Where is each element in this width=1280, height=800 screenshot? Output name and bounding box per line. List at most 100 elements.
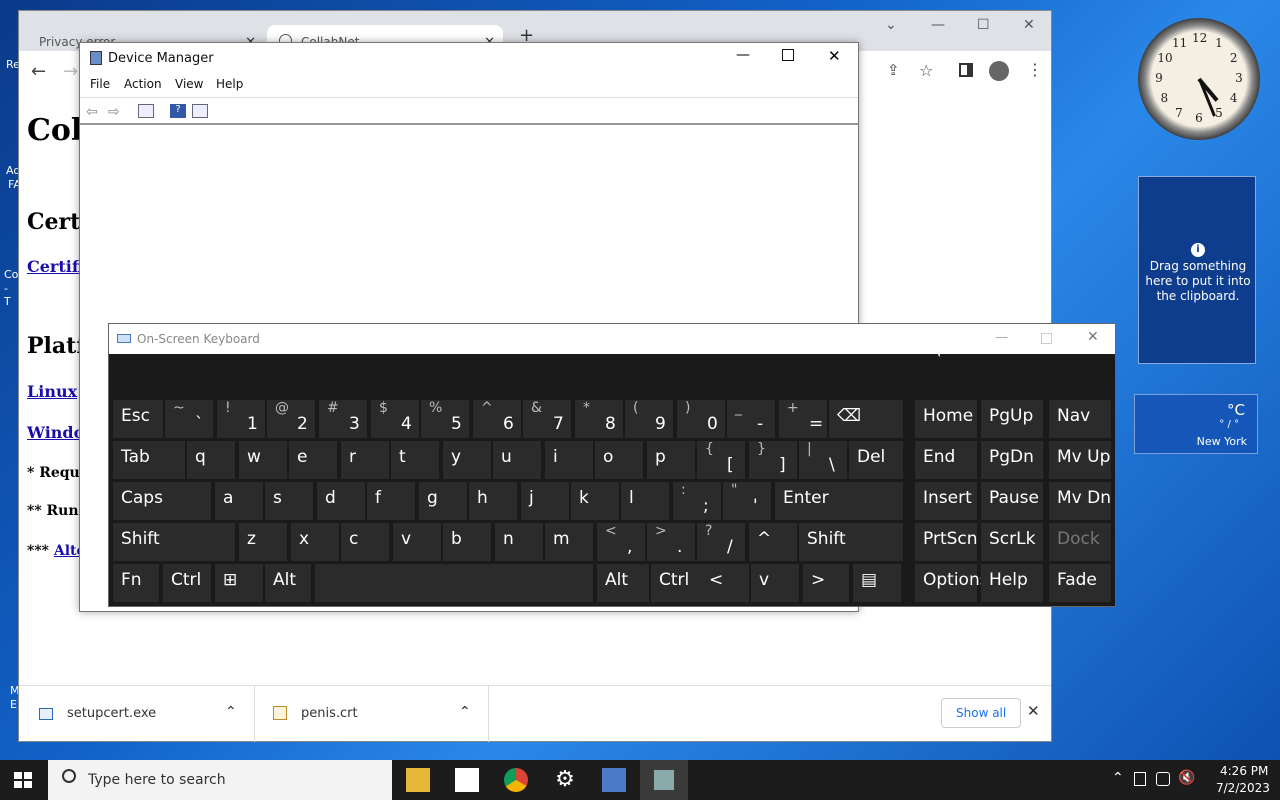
key[interactable]: s [265,482,313,520]
key[interactable]: v [751,564,799,602]
start-button[interactable] [14,772,32,788]
key[interactable]: {[ [697,441,745,479]
key[interactable]: > [803,564,849,602]
bookmark-star-icon[interactable]: ☆ [919,61,933,80]
key[interactable]: c [341,523,389,561]
active-app-highlight[interactable] [640,760,688,800]
key[interactable]: ScrLk [981,523,1043,561]
minimize-button[interactable]: — [995,330,1008,345]
key[interactable]: * 8 [575,400,623,438]
share-icon[interactable]: ⇪ [887,61,900,79]
settings-gear-icon[interactable]: ⚙ [553,768,577,792]
key[interactable]: PgDn [981,441,1043,479]
close-shelf-icon[interactable]: ✕ [1027,702,1040,720]
key[interactable]: Del [849,441,903,479]
key[interactable]: >. [647,523,695,561]
key[interactable]: (9 [625,400,673,438]
key[interactable]: ⌫ [829,400,903,438]
key[interactable]: p [647,441,695,479]
volume-muted-icon[interactable]: 🔇 [1178,770,1195,786]
key[interactable]: h [469,482,517,520]
key[interactable]: o [595,441,643,479]
key[interactable]: q [187,441,235,479]
show-all-button[interactable]: Show all [941,698,1022,728]
key[interactable]: Enter [775,482,903,520]
download-item[interactable]: penis.crt ⌃ [255,686,489,742]
tab-search-icon[interactable]: ⌄ [885,17,897,33]
minimize-button[interactable]: — [736,47,750,63]
key[interactable]: z [239,523,287,561]
key[interactable]: y [443,441,491,479]
chrome-icon[interactable] [504,768,528,792]
back-arrow-icon[interactable]: ⇦ [86,104,102,120]
key[interactable]: }] [749,441,797,479]
key[interactable]: Nav [1049,400,1111,438]
file-explorer-icon[interactable] [406,768,430,792]
key[interactable]: ^ 6 [473,400,521,438]
key[interactable]: Shift [799,523,903,561]
key[interactable]: i [545,441,593,479]
key[interactable]: a [215,482,263,520]
maximize-button[interactable]: ☐ [977,17,990,33]
key[interactable]: Mv Dn [1049,482,1111,520]
key[interactable]: Options [915,564,989,602]
link-windows[interactable]: Windo [27,423,84,442]
key[interactable]: + = [779,400,827,438]
side-panel-icon[interactable] [959,63,973,77]
help-icon[interactable]: ? [170,104,186,118]
key[interactable]: ! 1 [217,400,265,438]
key[interactable]: Alt [597,564,649,602]
menu-view[interactable]: View [175,77,203,91]
key[interactable]: Shift [113,523,235,561]
key[interactable]: f [367,482,415,520]
forward-icon[interactable]: → [63,61,78,82]
close-button[interactable]: ✕ [1023,17,1035,33]
key[interactable]: ) 0 [677,400,725,438]
key[interactable]: ? / [697,523,745,561]
key[interactable]: ^ [749,523,797,561]
weather-gadget[interactable]: °C ° / ° New York [1134,394,1258,454]
menu-kebab-icon[interactable]: ⋮ [1027,60,1043,79]
key[interactable]: v [393,523,441,561]
key[interactable]: PgUp [981,400,1043,438]
taskbar-search-box[interactable]: Type here to search [48,760,392,800]
chevron-up-icon[interactable]: ⌃ [459,704,471,720]
key[interactable] [315,564,593,602]
key[interactable]: Caps [113,482,211,520]
key[interactable]: m [545,523,593,561]
clipboard-gadget[interactable]: i Drag something here to put it into the… [1138,176,1256,364]
link-linux[interactable]: Linux [27,382,77,401]
key[interactable]: n [495,523,543,561]
key[interactable]: $4 [371,400,419,438]
key[interactable]: :; [673,482,721,520]
key[interactable]: k [571,482,619,520]
menu-action[interactable]: Action [124,77,162,91]
key[interactable]: | \ [799,441,847,479]
key[interactable]: PrtScn [915,523,978,561]
key[interactable]: l [621,482,669,520]
key[interactable]: t [391,441,439,479]
key[interactable]: Fade [1049,564,1111,602]
profile-avatar[interactable] [989,61,1009,81]
key[interactable]: d [317,482,365,520]
properties-icon[interactable] [138,104,154,118]
clock-gadget[interactable]: 12 1 2 3 4 5 6 7 8 9 10 11 [1138,18,1260,140]
key[interactable]: Dock [1049,523,1111,561]
network-icon[interactable] [1134,772,1146,786]
key[interactable]: @2 [267,400,315,438]
key[interactable]: e [289,441,337,479]
close-button[interactable]: ✕ [1087,329,1099,345]
forward-arrow-icon[interactable]: ⇨ [108,104,124,120]
key[interactable]: Insert [915,482,977,520]
tray-date[interactable]: 7/2/2023 [1216,781,1270,795]
key[interactable]: <, [597,523,645,561]
key[interactable]: Fn [113,564,159,602]
meeting-icon[interactable] [1156,772,1170,786]
key[interactable]: g [419,482,467,520]
key[interactable]: End [915,441,977,479]
key[interactable]: Home [915,400,977,438]
key[interactable]: x [291,523,339,561]
key[interactable]: & 7 [523,400,571,438]
key[interactable]: ~ ` [165,400,213,438]
key[interactable]: j [521,482,569,520]
